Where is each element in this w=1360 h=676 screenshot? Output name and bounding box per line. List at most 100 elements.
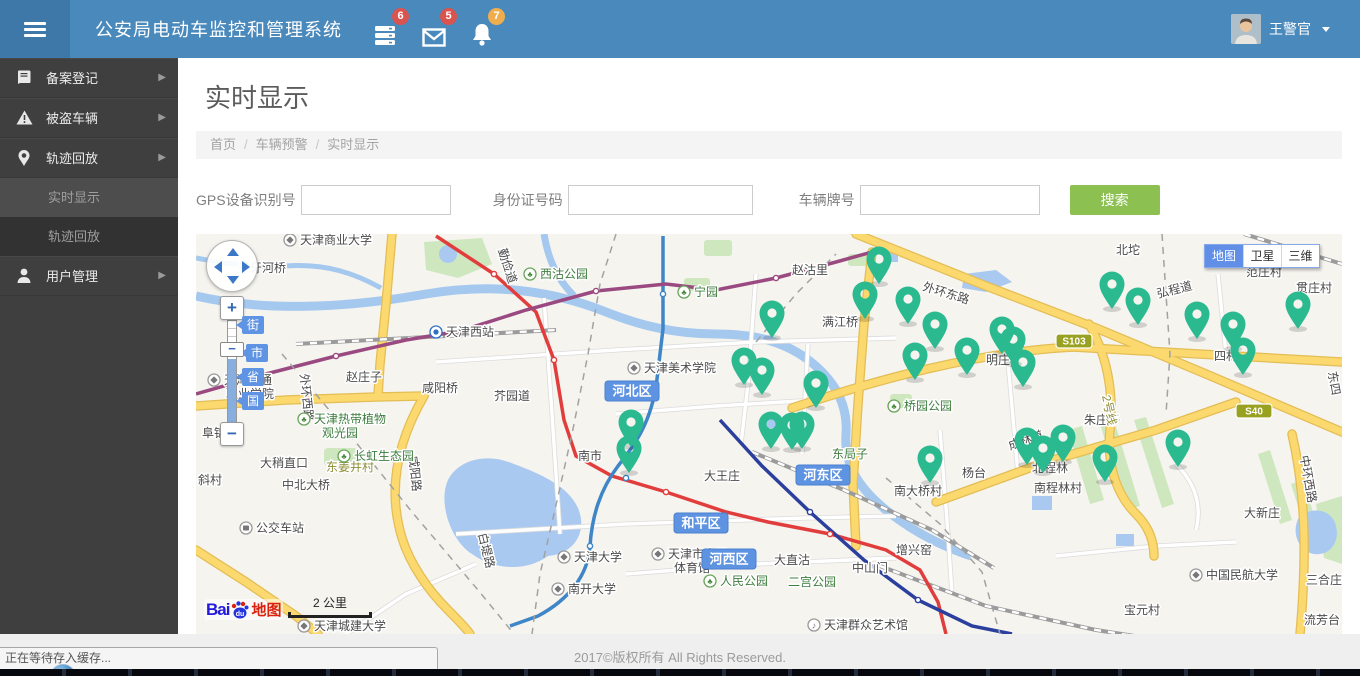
music-icon: ♪ <box>808 619 820 631</box>
vehicle-marker[interactable] <box>1166 430 1191 471</box>
bus-icon <box>240 522 252 534</box>
map-place-label: 大王庄 <box>704 468 740 483</box>
sidebar-subitem-realtime-display[interactable]: 实时显示 <box>0 178 178 217</box>
vehicle-marker[interactable] <box>1100 272 1125 313</box>
chevron-right-icon: ▶ <box>158 270 166 281</box>
zoom-slider-handle[interactable]: − <box>220 342 244 357</box>
pan-right-button[interactable] <box>242 261 250 273</box>
id-number-input[interactable] <box>568 185 753 215</box>
sidebar-item-track-playback[interactable]: 轨迹回放 ▶ <box>0 138 178 178</box>
map-place-label: 南程林村 <box>1034 480 1082 495</box>
tasks-button[interactable]: 6 <box>372 11 400 47</box>
vehicle-marker[interactable] <box>750 358 775 399</box>
school-icon <box>652 548 664 560</box>
search-form: GPS设备识别号 身份证号码 车辆牌号 搜索 <box>196 185 1342 215</box>
messages-button[interactable]: 5 <box>420 11 448 47</box>
park-icon: ♣ <box>678 286 690 298</box>
map-place-label: 公交车站 <box>256 520 304 535</box>
school-icon <box>208 374 220 386</box>
vehicle-marker[interactable] <box>1011 350 1036 391</box>
map-place-label: 弘程道 <box>1155 278 1194 301</box>
chevron-down-icon <box>1322 27 1330 32</box>
header-icons: 6 5 7 <box>372 11 496 47</box>
taskbar[interactable] <box>0 669 1360 676</box>
svg-text:♣: ♣ <box>301 415 307 424</box>
plate-number-input[interactable] <box>860 185 1040 215</box>
map-place-label: 杨台 <box>962 465 986 480</box>
map-place-label: 中国民航大学 <box>1206 567 1278 582</box>
sidebar-item-label: 轨迹回放 <box>46 148 98 167</box>
user-icon <box>15 268 33 283</box>
district-badge: 河西区 <box>702 549 756 569</box>
park-icon: ♣ <box>524 268 536 280</box>
vehicle-marker[interactable] <box>1231 338 1256 379</box>
map-type-satellite[interactable]: 卫星 <box>1243 245 1281 267</box>
map-place-label: 长虹生态园 <box>354 449 414 463</box>
gps-device-label: GPS设备识别号 <box>196 190 296 210</box>
school-icon <box>1190 569 1202 581</box>
map-place-label: 东局子 <box>832 447 868 461</box>
zoom-in-button[interactable]: + <box>220 296 244 320</box>
vehicle-marker[interactable] <box>617 436 642 477</box>
zoom-level-country[interactable]: 国 <box>242 392 264 410</box>
map-place-label: 天津美术学院 <box>644 360 716 375</box>
vehicle-marker[interactable] <box>955 338 980 379</box>
breadcrumb-vehicle-warning[interactable]: 车辆预警 <box>256 137 308 152</box>
notifications-button[interactable]: 7 <box>468 11 496 47</box>
school-icon <box>298 620 310 632</box>
pan-left-button[interactable] <box>214 261 222 273</box>
vehicle-marker[interactable] <box>1185 302 1210 343</box>
map-place-label: 北坨 <box>1116 242 1140 257</box>
user-menu[interactable]: 王警官 <box>1231 14 1330 44</box>
map-place-label: 天津城建大学 <box>314 618 386 633</box>
sidebar-item-registration[interactable]: 备案登记 ▶ <box>0 58 178 98</box>
map-place-label: 大稍直口 <box>260 456 308 470</box>
sidebar-item-user-management[interactable]: 用户管理 ▶ <box>0 256 178 296</box>
map-marker-icon <box>15 150 33 166</box>
zoom-level-province[interactable]: 省 <box>242 368 264 386</box>
map-type-3d[interactable]: 三维 <box>1281 245 1319 267</box>
map-place-label: 赵庄子 <box>346 369 382 384</box>
map-place-label: 天津商业大学 <box>300 234 372 247</box>
zoom-level-city[interactable]: 市 <box>246 344 268 362</box>
map-pan-control[interactable] <box>206 240 258 292</box>
map-place-label: 宁园 <box>694 284 718 299</box>
map-place-label: 芥园道 <box>494 389 530 403</box>
road-badge: S103 <box>1056 334 1092 348</box>
sidebar-item-stolen-vehicles[interactable]: 被盗车辆 ▶ <box>0 98 178 138</box>
vehicle-marker[interactable] <box>1126 288 1151 329</box>
district-badge: 和平区 <box>674 513 728 533</box>
envelope-icon <box>422 28 446 47</box>
road-badge: S40 <box>1236 404 1272 418</box>
zoom-level-street[interactable]: 街 <box>242 316 264 334</box>
pan-down-button[interactable] <box>227 276 239 284</box>
vehicle-marker[interactable] <box>1286 292 1311 333</box>
park-icon: ♣ <box>338 450 350 462</box>
vehicle-marker[interactable] <box>918 446 943 487</box>
map-place-label: 天津热带植物 <box>314 411 386 426</box>
sidebar-subitem-track-playback[interactable]: 轨迹回放 <box>0 217 178 256</box>
gps-device-input[interactable] <box>301 185 451 215</box>
sidebar-item-label: 被盗车辆 <box>46 108 98 127</box>
svg-text:河东区: 河东区 <box>803 468 842 483</box>
vehicle-marker[interactable] <box>896 287 921 328</box>
district-badge: 河北区 <box>605 381 659 401</box>
zoom-out-button[interactable]: − <box>220 422 244 446</box>
menu-toggle-button[interactable] <box>0 0 70 58</box>
svg-text:♣: ♣ <box>707 577 713 586</box>
map-place-label: 增兴窑 <box>896 542 932 557</box>
pan-up-button[interactable] <box>227 248 239 256</box>
map-place-label: 南市 <box>578 448 602 463</box>
map-type-map[interactable]: 地图 <box>1205 245 1243 267</box>
vehicle-marker[interactable] <box>759 412 784 453</box>
map-place-label: 桥园公园 <box>904 399 952 413</box>
search-button[interactable]: 搜索 <box>1070 185 1160 215</box>
baidu-logo: Bai du 地图 <box>204 599 283 620</box>
chevron-right-icon: ▶ <box>158 152 166 163</box>
breadcrumb-home[interactable]: 首页 <box>210 137 236 152</box>
tasks-badge: 6 <box>392 8 409 25</box>
metro-icon <box>430 326 442 338</box>
baidu-map[interactable]: 天津商业大学子牙河桥勤俭道♣西沽公园♣宁园赵沽里外环东路北坨范庄村贯庄村弘程道满… <box>196 234 1342 634</box>
zoom-slider[interactable] <box>227 320 237 422</box>
vehicle-marker[interactable] <box>923 312 948 353</box>
